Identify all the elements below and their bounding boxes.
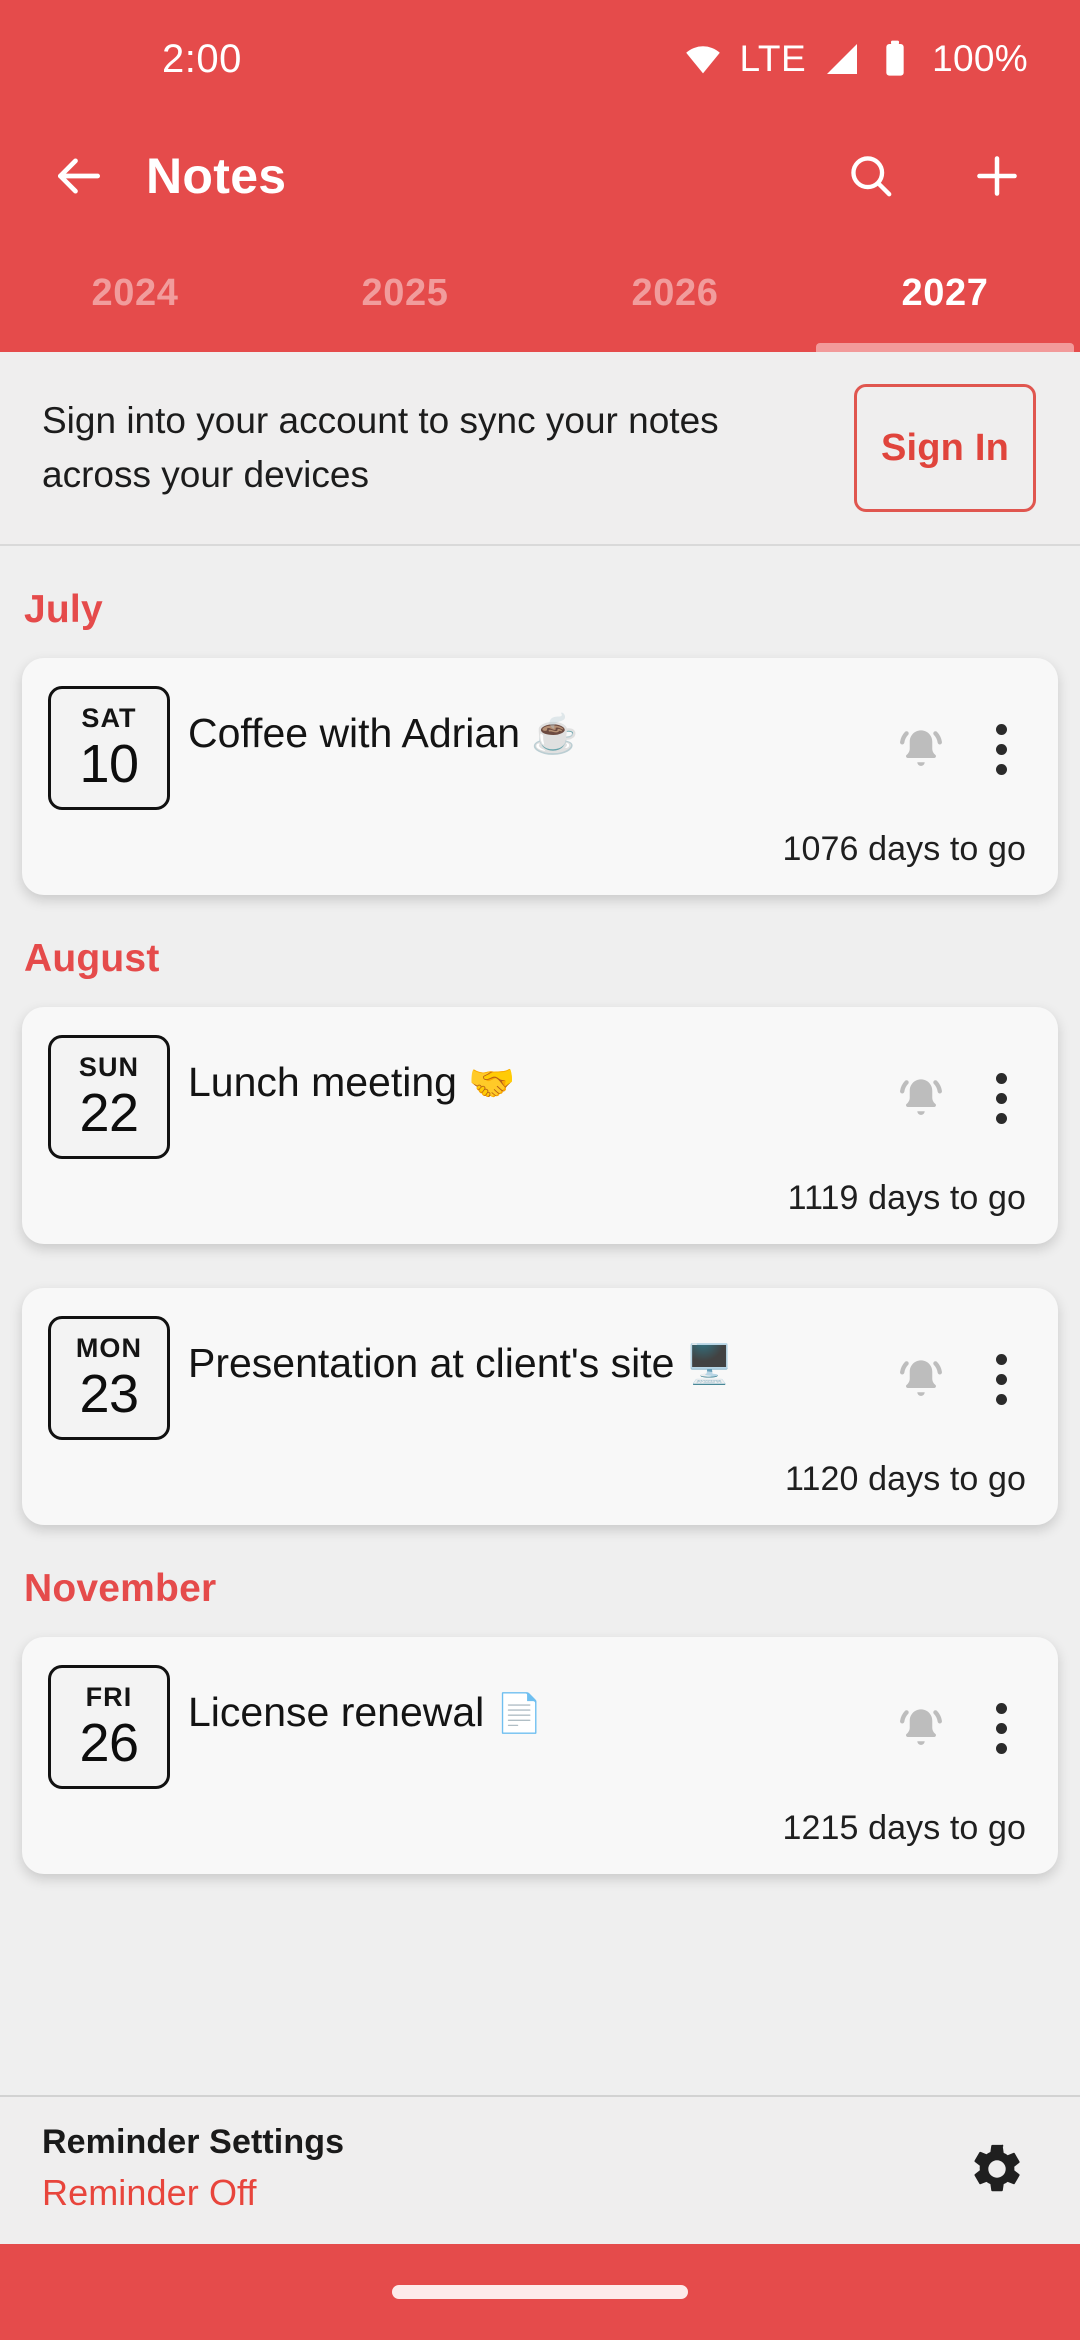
signal-icon — [822, 39, 862, 79]
kebab-dot — [995, 1112, 1007, 1124]
battery-icon — [878, 39, 912, 79]
month-header-july: July — [24, 588, 103, 631]
bell-ringing-icon[interactable] — [884, 712, 958, 786]
note-actions — [884, 686, 1032, 786]
kebab-dot — [995, 1393, 1007, 1405]
back-arrow-icon[interactable] — [46, 143, 112, 209]
kebab-dot — [995, 1353, 1007, 1365]
kebab-dot — [995, 1092, 1007, 1104]
more-vertical-icon[interactable] — [970, 1342, 1032, 1416]
note-card[interactable]: SUN 22 Lunch meeting 🤝 1119 days to go — [22, 1007, 1058, 1244]
status-indicators: LTE 100% — [682, 38, 1028, 80]
note-card[interactable]: SAT 10 Coffee with Adrian ☕ 1076 days to… — [22, 658, 1058, 895]
date-weekday: SUN — [78, 1052, 140, 1083]
page-title: Notes — [146, 148, 287, 204]
kebab-dot — [995, 1072, 1007, 1084]
battery-percent-label: 100% — [932, 38, 1028, 79]
note-card-top: SUN 22 Lunch meeting 🤝 — [48, 1035, 1032, 1159]
search-icon[interactable] — [836, 141, 906, 211]
date-day: 10 — [79, 734, 139, 795]
date-weekday: MON — [75, 1333, 143, 1364]
note-title-text: Coffee with Adrian — [188, 710, 521, 756]
toolbar: Notes — [0, 118, 1080, 234]
date-badge: FRI 26 — [48, 1665, 170, 1789]
note-card[interactable]: FRI 26 License renewal 📄 1215 days to go — [22, 1637, 1058, 1874]
wifi-icon — [682, 38, 724, 80]
status-bar: 2:00 LTE 100% — [0, 0, 1080, 118]
note-title: Lunch meeting 🤝 — [170, 1035, 884, 1109]
more-vertical-icon[interactable] — [970, 1691, 1032, 1765]
date-day: 23 — [79, 1364, 139, 1425]
network-type-label: LTE — [739, 38, 807, 79]
note-title-text: Presentation at client's site — [188, 1340, 675, 1386]
note-emoji: ☕ — [531, 714, 579, 756]
tab-2024[interactable]: 2024 — [0, 234, 270, 352]
month-header-august: August — [24, 937, 160, 980]
tab-2027[interactable]: 2027 — [810, 234, 1080, 352]
card-spacer — [0, 1244, 1080, 1288]
note-title-text: Lunch meeting — [188, 1059, 457, 1105]
note-emoji: 🖥️ — [685, 1344, 734, 1386]
reminder-status-label: Reminder Off — [42, 2172, 257, 2213]
bell-ringing-icon[interactable] — [884, 1061, 958, 1135]
kebab-dot — [995, 763, 1007, 775]
signin-message: Sign into your account to sync your note… — [42, 400, 719, 495]
bell-ringing-icon[interactable] — [884, 1691, 958, 1765]
note-title: Coffee with Adrian ☕ — [170, 686, 884, 760]
note-card-top: MON 23 Presentation at client's site 🖥️ — [48, 1316, 1032, 1440]
note-title: Presentation at client's site 🖥️ — [170, 1316, 884, 1390]
reminder-settings-title: Reminder Settings — [42, 2123, 345, 2161]
tab-2026[interactable]: 2026 — [540, 234, 810, 352]
more-vertical-icon[interactable] — [970, 1061, 1032, 1135]
gear-icon[interactable] — [958, 2130, 1036, 2208]
reminder-texts: Reminder Settings Reminder Off — [42, 2123, 958, 2214]
kebab-dot — [995, 1742, 1007, 1754]
note-actions — [884, 1316, 1032, 1416]
countdown-label: 1215 days to go — [782, 1809, 1026, 1847]
note-card-top: SAT 10 Coffee with Adrian ☕ — [48, 686, 1032, 810]
app-screen: 2:00 LTE 100% Notes 2024 2025 2026 2027 … — [0, 0, 1080, 2340]
date-day: 26 — [79, 1713, 139, 1774]
reminder-settings-bar[interactable]: Reminder Settings Reminder Off — [0, 2095, 1080, 2244]
date-badge: MON 23 — [48, 1316, 170, 1440]
date-badge: SUN 22 — [48, 1035, 170, 1159]
countdown-label: 1119 days to go — [787, 1179, 1026, 1217]
note-card[interactable]: MON 23 Presentation at client's site 🖥️ — [22, 1288, 1058, 1525]
note-emoji: 🤝 — [468, 1063, 516, 1105]
date-badge: SAT 10 — [48, 686, 170, 810]
plus-icon[interactable] — [962, 141, 1032, 211]
date-weekday: FRI — [85, 1682, 133, 1713]
more-vertical-icon[interactable] — [970, 712, 1032, 786]
kebab-dot — [995, 723, 1007, 735]
note-card-top: FRI 26 License renewal 📄 — [48, 1665, 1032, 1789]
app-header: 2:00 LTE 100% Notes 2024 2025 2026 2027 — [0, 0, 1080, 352]
note-emoji: 📄 — [495, 1693, 544, 1735]
note-title-text: License renewal — [188, 1689, 485, 1735]
date-weekday: SAT — [81, 703, 137, 734]
kebab-dot — [995, 1373, 1007, 1385]
tab-2025[interactable]: 2025 — [270, 234, 540, 352]
system-navigation-bar — [0, 2244, 1080, 2340]
kebab-dot — [995, 743, 1007, 755]
countdown-label: 1120 days to go — [785, 1460, 1026, 1498]
note-actions — [884, 1035, 1032, 1135]
sign-in-button[interactable]: Sign In — [854, 384, 1036, 512]
date-day: 22 — [79, 1083, 139, 1144]
home-indicator[interactable] — [392, 2285, 688, 2299]
year-tab-strip: 2024 2025 2026 2027 — [0, 234, 1080, 352]
kebab-dot — [995, 1702, 1007, 1714]
note-title: License renewal 📄 — [170, 1665, 884, 1739]
countdown-label: 1076 days to go — [782, 830, 1026, 868]
status-clock: 2:00 — [162, 36, 242, 81]
kebab-dot — [995, 1722, 1007, 1734]
note-actions — [884, 1665, 1032, 1765]
month-header-november: November — [24, 1567, 217, 1610]
notes-list[interactable]: July SAT 10 Coffee with Adrian ☕ 1076 da… — [0, 546, 1080, 2095]
signin-banner: Sign into your account to sync your note… — [0, 352, 1080, 546]
bell-ringing-icon[interactable] — [884, 1342, 958, 1416]
